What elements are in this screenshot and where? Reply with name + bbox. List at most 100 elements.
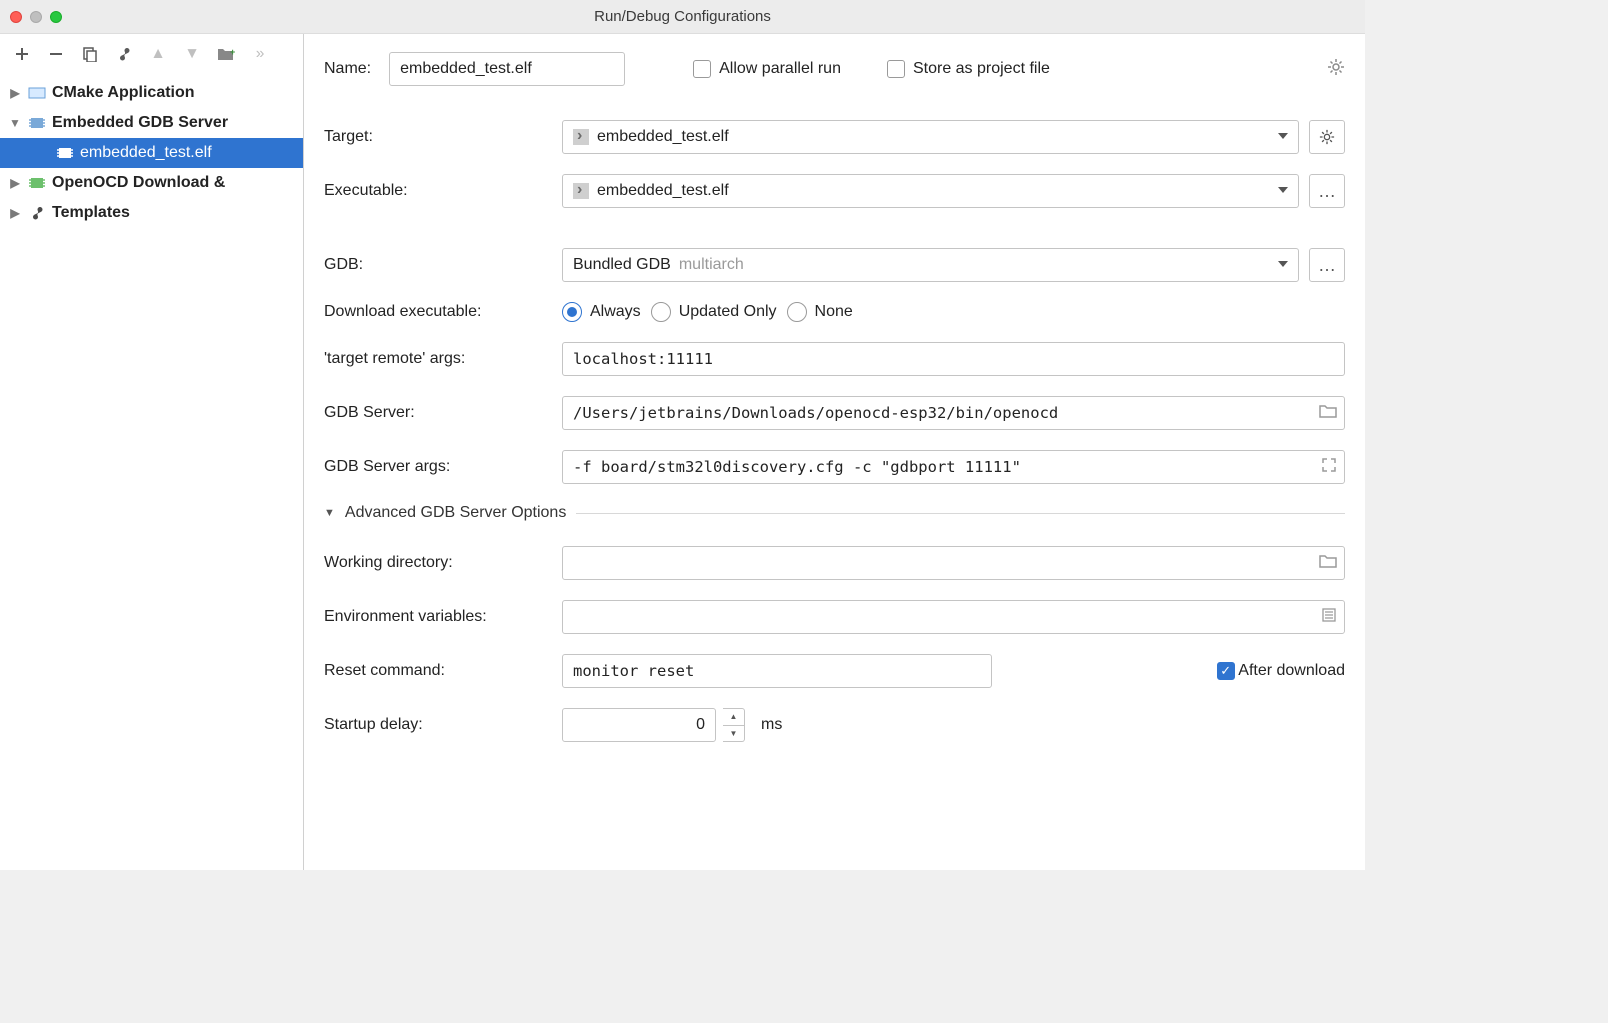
maximize-window-button[interactable] (50, 11, 62, 23)
step-down-icon[interactable]: ▼ (723, 726, 744, 742)
gdb-server-args-label: GDB Server args: (324, 458, 550, 476)
tree-item-embedded-gdb-server[interactable]: ▼ Embedded GDB Server (0, 108, 303, 138)
allow-parallel-checkbox[interactable]: Allow parallel run (693, 60, 841, 78)
svg-text:+: + (230, 47, 235, 57)
target-row: Target: embedded_test.elf (324, 120, 1345, 154)
target-settings-button[interactable] (1309, 120, 1345, 154)
allow-parallel-label: Allow parallel run (719, 60, 841, 78)
remote-args-input[interactable] (562, 342, 1345, 376)
name-input[interactable] (389, 52, 625, 86)
gdb-browse-button[interactable]: … (1309, 248, 1345, 282)
chevron-down-icon (1278, 261, 1288, 267)
move-down-button[interactable]: ▼ (182, 44, 202, 64)
download-row: Download executable: Always Updated Only… (324, 302, 1345, 322)
download-label: Download executable: (324, 303, 550, 321)
chevron-down-icon: ▼ (324, 507, 335, 519)
delay-input[interactable] (562, 708, 716, 742)
chip-green-icon (28, 176, 46, 190)
gdb-server-args-row: GDB Server args: (324, 450, 1345, 484)
env-row: Environment variables: (324, 600, 1345, 634)
gdb-select[interactable]: Bundled GDB multiarch (562, 248, 1299, 282)
tree-item-cmake-application[interactable]: ▶ CMake Application (0, 78, 303, 108)
name-label: Name: (324, 60, 371, 78)
store-as-file-label: Store as project file (913, 60, 1050, 78)
executable-select[interactable]: embedded_test.elf (562, 174, 1299, 208)
radio-label: None (815, 303, 853, 321)
folder-icon[interactable] (1319, 403, 1337, 424)
radio-icon (787, 302, 807, 322)
target-select[interactable]: embedded_test.elf (562, 120, 1299, 154)
workdir-row: Working directory: (324, 546, 1345, 580)
radio-label: Always (590, 303, 641, 321)
workdir-label: Working directory: (324, 554, 550, 572)
list-icon[interactable] (1321, 607, 1337, 628)
chip-icon (56, 146, 74, 160)
config-tree: ▶ CMake Application ▼ Embedded GDB Serve… (0, 74, 303, 870)
top-row: Name: Allow parallel run Store as projec… (324, 52, 1345, 86)
remove-config-button[interactable] (46, 44, 66, 64)
wrench-icon (28, 206, 46, 220)
chip-icon (28, 116, 46, 130)
tree-item-label: Embedded GDB Server (52, 114, 228, 132)
cmake-icon (28, 86, 46, 100)
delay-row: Startup delay: ▲ ▼ ms (324, 708, 1345, 742)
target-label: Target: (324, 128, 550, 146)
content-area: ▲ ▼ + » ▶ CMake Application ▼ Embedded G… (0, 34, 1365, 870)
gdb-server-args-input[interactable] (562, 450, 1345, 484)
executable-label: Executable: (324, 182, 550, 200)
download-none-radio[interactable]: None (787, 302, 853, 322)
chevron-right-icon: ▶ (8, 206, 22, 220)
divider (576, 513, 1345, 514)
delay-unit: ms (761, 716, 782, 734)
radio-icon (562, 302, 582, 322)
reset-input[interactable] (562, 654, 992, 688)
advanced-header-label: Advanced GDB Server Options (345, 504, 566, 522)
minimize-window-button[interactable] (30, 11, 42, 23)
step-up-icon[interactable]: ▲ (723, 709, 744, 726)
delay-stepper[interactable]: ▲ ▼ (723, 708, 745, 742)
radio-icon (651, 302, 671, 322)
after-download-label: After download (1238, 662, 1345, 679)
gear-icon[interactable] (1327, 58, 1345, 81)
gdb-server-label: GDB Server: (324, 404, 550, 422)
download-always-radio[interactable]: Always (562, 302, 641, 322)
target-value: embedded_test.elf (597, 128, 729, 146)
gdb-server-input[interactable] (562, 396, 1345, 430)
folder-add-button[interactable]: + (216, 44, 236, 64)
expand-icon[interactable] (1321, 457, 1337, 478)
copy-config-button[interactable] (80, 44, 100, 64)
checkbox-icon (887, 60, 905, 78)
delay-label: Startup delay: (324, 716, 550, 734)
move-up-button[interactable]: ▲ (148, 44, 168, 64)
target-icon (573, 129, 589, 145)
gdb-row: GDB: Bundled GDB multiarch … (324, 248, 1345, 282)
advanced-header[interactable]: ▼ Advanced GDB Server Options (324, 504, 1345, 522)
close-window-button[interactable] (10, 11, 22, 23)
title-bar: Run/Debug Configurations (0, 0, 1365, 34)
reset-row: Reset command: ✓ After download (324, 654, 1345, 688)
radio-label: Updated Only (679, 303, 777, 321)
more-icon[interactable]: » (250, 44, 270, 64)
executable-icon (573, 183, 589, 199)
tree-item-label: Templates (52, 204, 130, 222)
add-config-button[interactable] (12, 44, 32, 64)
workdir-input[interactable] (562, 546, 1345, 580)
executable-row: Executable: embedded_test.elf … (324, 174, 1345, 208)
executable-browse-button[interactable]: … (1309, 174, 1345, 208)
env-input[interactable] (562, 600, 1345, 634)
chevron-right-icon: ▶ (8, 176, 22, 190)
tree-item-embedded-test-elf[interactable]: embedded_test.elf (0, 138, 303, 168)
tree-item-openocd[interactable]: ▶ OpenOCD Download & (0, 168, 303, 198)
remote-args-label: 'target remote' args: (324, 350, 550, 368)
tree-item-templates[interactable]: ▶ Templates (0, 198, 303, 228)
folder-icon[interactable] (1319, 553, 1337, 574)
download-updated-radio[interactable]: Updated Only (651, 302, 777, 322)
config-form: Name: Allow parallel run Store as projec… (304, 34, 1365, 870)
after-download-checkbox[interactable]: ✓ After download (1217, 662, 1345, 680)
sidebar-toolbar: ▲ ▼ + » (0, 34, 303, 74)
sidebar: ▲ ▼ + » ▶ CMake Application ▼ Embedded G… (0, 34, 304, 870)
chevron-down-icon: ▼ (8, 116, 22, 130)
edit-templates-button[interactable] (114, 44, 134, 64)
remote-args-row: 'target remote' args: (324, 342, 1345, 376)
store-as-file-checkbox[interactable]: Store as project file (887, 60, 1050, 78)
